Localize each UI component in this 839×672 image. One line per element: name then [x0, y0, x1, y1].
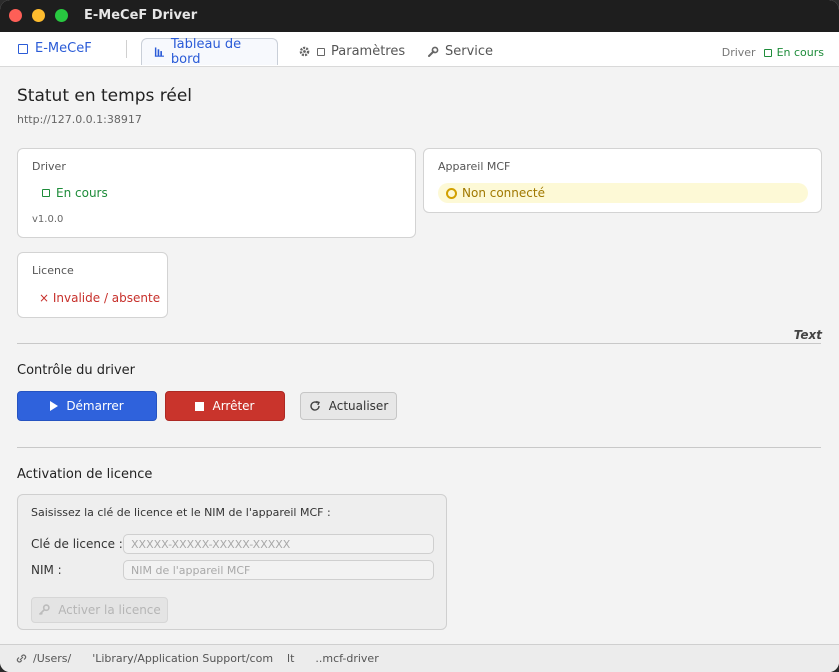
stop-button-label: Arrêter	[212, 399, 255, 413]
tab-service[interactable]: Service	[415, 38, 505, 65]
activate-button-label: Activer la licence	[58, 603, 161, 617]
tab-settings[interactable]: Paramètres	[286, 38, 417, 65]
licence-key-input[interactable]	[123, 534, 434, 554]
ring-icon	[446, 187, 457, 199]
dashboard-content[interactable]: Statut en temps réel http://127.0.0.1:38…	[0, 67, 839, 644]
mcf-status-badge: Non connecté	[438, 183, 808, 203]
page-title: Statut en temps réel	[17, 86, 193, 106]
licence-card-title: Licence	[32, 264, 74, 277]
licence-key-label: Clé de licence :	[31, 537, 123, 551]
square-icon	[18, 43, 28, 54]
square-icon	[317, 47, 325, 56]
data-path: /Users/ 'Library/Application Support/com…	[33, 652, 379, 665]
nav-driver-status: Driver En cours	[722, 46, 824, 59]
nim-input[interactable]	[123, 560, 434, 580]
licence-card: Licence × Invalide / absente	[17, 252, 168, 318]
mcf-status-text: Non connecté	[462, 186, 545, 200]
wrench-icon	[428, 46, 439, 57]
close-window-button[interactable]	[9, 9, 22, 22]
nav-status-label: Driver	[721, 46, 756, 59]
divider	[17, 447, 821, 448]
driver-url: http://127.0.0.1:38917	[17, 113, 142, 126]
status-bar: /Users/ 'Library/Application Support/com…	[0, 644, 839, 672]
stop-icon	[195, 401, 205, 411]
stop-button[interactable]: Arrêter	[165, 391, 285, 421]
driver-version: v1.0.0	[32, 214, 64, 225]
minimize-window-button[interactable]	[32, 9, 45, 22]
divider	[17, 343, 821, 344]
driver-card-status: En cours	[42, 186, 108, 200]
tab-dashboard-label: Tableau de bord	[170, 37, 242, 67]
driver-status-text: En cours	[56, 186, 108, 200]
square-icon	[42, 189, 50, 197]
zoom-window-button[interactable]	[55, 9, 68, 22]
activation-section-title: Activation de licence	[17, 467, 153, 482]
gear-icon	[299, 46, 310, 57]
mcf-card-title: Appareil MCF	[438, 160, 511, 173]
nim-label: NIM :	[31, 563, 62, 577]
driver-card: Driver En cours v1.0.0	[17, 148, 416, 238]
activation-group: Saisissez la clé de licence et le NIM de…	[17, 494, 447, 630]
licence-status: × Invalide / absente	[39, 291, 161, 305]
bar-chart-icon	[154, 47, 164, 57]
app-window: E-MeCeF Driver E-MeCeF Tableau de bord P…	[0, 0, 839, 672]
start-button-label: Démarrer	[66, 399, 124, 413]
control-section-title: Contrôle du driver	[17, 363, 135, 378]
mcf-card: Appareil MCF Non connecté	[423, 148, 822, 213]
start-button[interactable]: Démarrer	[17, 391, 157, 421]
refresh-icon	[310, 400, 320, 411]
square-icon	[763, 48, 772, 57]
driver-card-title: Driver	[32, 160, 66, 173]
refresh-button-label: Actualiser	[328, 399, 389, 413]
tab-dashboard[interactable]: Tableau de bord	[141, 37, 278, 67]
nav-status-text: En cours	[776, 46, 824, 59]
activate-licence-button[interactable]: Activer la licence	[31, 597, 168, 623]
refresh-button[interactable]: Actualiser	[300, 392, 397, 420]
nav-status-value: En cours	[763, 46, 824, 59]
tab-service-label: Service	[445, 44, 494, 59]
brand: E-MeCeF	[18, 41, 92, 56]
play-icon	[50, 401, 59, 411]
link-icon	[16, 654, 27, 663]
key-icon	[39, 604, 50, 616]
top-navbar: E-MeCeF Tableau de bord Paramètres Servi…	[0, 32, 839, 67]
title-bar[interactable]: E-MeCeF Driver	[0, 0, 839, 32]
separator-text: Text	[793, 328, 822, 342]
tab-settings-label: Paramètres	[331, 44, 406, 59]
nav-divider	[126, 40, 127, 58]
activation-intro: Saisissez la clé de licence et le NIM de…	[31, 506, 331, 519]
window-title: E-MeCeF Driver	[84, 8, 198, 23]
brand-name: E-MeCeF	[35, 41, 92, 56]
